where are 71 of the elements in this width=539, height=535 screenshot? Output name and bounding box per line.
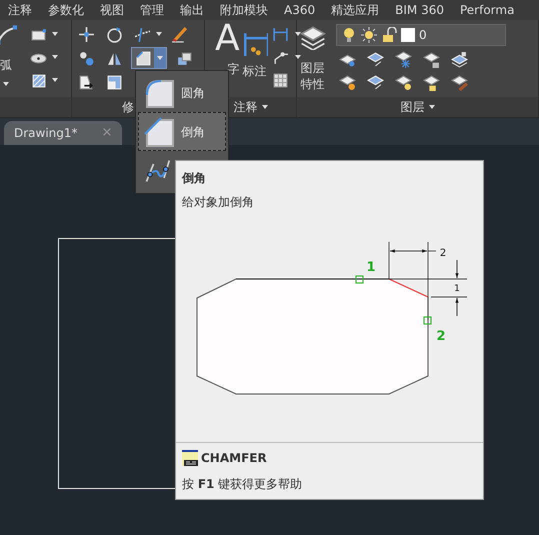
layer-tool[interactable] (392, 49, 414, 69)
caret-icon (52, 78, 58, 82)
caret-icon (52, 32, 58, 36)
caret-icon (157, 56, 163, 60)
scale-icon (106, 74, 122, 90)
chamfer-split-button[interactable] (131, 47, 167, 69)
panel-title[interactable]: 注释 (234, 98, 258, 116)
bulb-icon (341, 27, 357, 43)
layer-snowflake-icon (394, 50, 412, 68)
hatch-icon (30, 72, 46, 88)
caret-icon (428, 105, 434, 109)
layer-bulb-icon (338, 74, 356, 90)
ribbon-tab[interactable]: Performa (452, 0, 522, 20)
linear-dimension-icon (272, 26, 290, 42)
dimension-value: 1 (454, 284, 460, 294)
layer-properties-button[interactable]: 图层特性 (300, 24, 326, 97)
stretch-icon (78, 74, 94, 90)
help-hint: 按 F1 键获得更多帮助 (182, 476, 304, 493)
document-tab[interactable]: Drawing1* × (4, 121, 122, 145)
pick-point-marker (424, 316, 432, 324)
pick-label: 2 (436, 329, 446, 344)
pick-label: 1 (366, 260, 376, 275)
tooltip-description: 给对象加倒角 (181, 194, 255, 211)
sun-icon (361, 27, 377, 43)
layer-lock-icon (422, 50, 440, 68)
array-icon (176, 50, 192, 66)
command-name: CHAMFER (201, 450, 267, 467)
ribbon-tab[interactable]: BIM 360 (387, 0, 452, 20)
layer-sun-icon (394, 74, 412, 90)
layer-arrow-icon (366, 74, 384, 90)
ribbon-tab[interactable]: 精选应用 (323, 0, 388, 20)
caret-icon (156, 32, 162, 36)
panel-title[interactable]: 图层 (400, 98, 424, 116)
ribbon-tab[interactable]: 输出 (172, 0, 212, 20)
trim-icon (134, 26, 150, 42)
ribbon-tab[interactable]: 附加模块 (212, 0, 276, 20)
arc-icon (0, 24, 17, 46)
ribbon-tab[interactable]: 参数化 (40, 0, 92, 20)
menu-item[interactable]: 倒角 (138, 112, 226, 151)
dimension-value: 2 (440, 248, 446, 259)
panel-title[interactable]: 修 (122, 98, 134, 116)
chamfer-icon (134, 50, 152, 66)
table-icon (272, 72, 290, 88)
caret-icon (262, 105, 268, 109)
ribbon-tab[interactable]: 视图 (92, 0, 132, 20)
arc-button[interactable]: 弧 (0, 58, 12, 72)
caret-icon (294, 55, 301, 59)
ribbon-tab[interactable]: A360 (276, 0, 324, 20)
layer-stack-icon (300, 24, 326, 50)
layer-brush-icon (450, 74, 468, 90)
layer-stack-icon (450, 50, 468, 68)
ribbon-tab[interactable]: 管理 (132, 0, 172, 20)
copy-icon (78, 50, 94, 66)
command-icon (182, 450, 198, 466)
text-icon: A (215, 24, 240, 54)
layer-dropdown[interactable]: 0 (336, 24, 506, 46)
rotate-icon (106, 26, 122, 42)
caret-icon (3, 82, 9, 86)
pick-point-marker (356, 276, 364, 284)
menu-item[interactable]: 圆角 (138, 73, 226, 112)
brush-icon (170, 26, 188, 42)
dimension-button[interactable]: 标注 (242, 24, 268, 97)
layer-unlock-icon (422, 74, 440, 90)
color-swatch (401, 28, 415, 42)
ribbon-tab[interactable]: 注释 (0, 0, 40, 20)
tooltip-title: 倒角 (180, 170, 207, 187)
move-icon (78, 26, 94, 42)
lock-icon (381, 27, 397, 43)
layer-arrow-icon (366, 50, 384, 68)
caret-icon (52, 55, 58, 59)
chamfer-icon (143, 116, 175, 148)
